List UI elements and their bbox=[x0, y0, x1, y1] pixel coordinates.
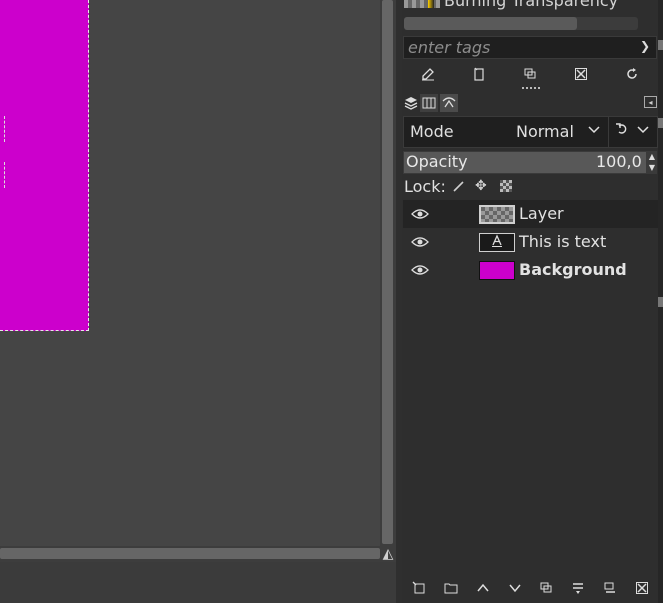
eye-icon[interactable] bbox=[411, 264, 429, 276]
edit-brush-icon[interactable] bbox=[418, 64, 438, 84]
composite-mode-icon[interactable] bbox=[615, 122, 629, 140]
layer-row[interactable]: Background bbox=[403, 256, 658, 284]
lock-position-icon[interactable]: ✥ bbox=[475, 178, 487, 194]
merge-down-icon[interactable] bbox=[568, 578, 588, 598]
lock-label: Lock: bbox=[404, 177, 446, 196]
eye-icon[interactable] bbox=[411, 236, 429, 248]
duplicate-brush-icon[interactable] bbox=[520, 64, 540, 84]
mode-value[interactable]: Normal bbox=[516, 122, 574, 141]
layer-row[interactable]: Layer bbox=[403, 200, 658, 228]
mode-separator bbox=[608, 116, 609, 148]
mask-icon[interactable] bbox=[600, 578, 620, 598]
refresh-brushes-icon[interactable] bbox=[622, 64, 642, 84]
mode-label: Mode bbox=[410, 122, 454, 141]
layer-name[interactable]: Background bbox=[519, 260, 627, 279]
layers-tab-icon[interactable] bbox=[402, 94, 420, 112]
layer-name[interactable]: This is text bbox=[519, 232, 606, 251]
paths-tab-icon[interactable] bbox=[440, 94, 458, 112]
tags-input[interactable] bbox=[406, 37, 636, 58]
current-brush-name: Burning Transparency bbox=[444, 0, 619, 10]
raise-layer-icon[interactable] bbox=[473, 578, 493, 598]
layer-actions-bar bbox=[403, 577, 658, 599]
vertical-scrollbar[interactable] bbox=[380, 0, 396, 546]
delete-layer-icon[interactable] bbox=[632, 578, 652, 598]
navigate-icon[interactable]: ◭ bbox=[380, 546, 396, 562]
opacity-label: Opacity bbox=[406, 152, 468, 171]
layer-row[interactable]: This is text bbox=[403, 228, 658, 256]
image-canvas[interactable] bbox=[0, 0, 380, 546]
selection-marker bbox=[0, 116, 5, 142]
brush-actions-bar bbox=[403, 62, 657, 86]
dock-resize-handle[interactable] bbox=[522, 87, 540, 90]
layer-name[interactable]: Layer bbox=[519, 204, 564, 223]
horizontal-scrollbar[interactable] bbox=[0, 546, 380, 562]
chevron-down-icon[interactable] bbox=[588, 123, 600, 139]
status-bar bbox=[0, 562, 398, 603]
new-layer-group-icon[interactable] bbox=[441, 578, 461, 598]
eye-icon[interactable] bbox=[411, 208, 429, 220]
horizontal-scrollbar-thumb[interactable] bbox=[0, 548, 380, 559]
image-content[interactable] bbox=[0, 0, 89, 331]
delete-brush-icon[interactable] bbox=[571, 64, 591, 84]
channels-tab-icon[interactable] bbox=[420, 94, 438, 112]
vertical-scrollbar-thumb[interactable] bbox=[382, 0, 393, 544]
new-brush-icon[interactable] bbox=[469, 64, 489, 84]
chevron-down-icon[interactable]: ❯ bbox=[640, 39, 650, 53]
brush-list-scrollbar-thumb[interactable] bbox=[404, 17, 578, 30]
layer-thumbnail bbox=[479, 261, 515, 280]
lock-pixels-icon[interactable] bbox=[452, 179, 466, 193]
lock-alpha-icon[interactable] bbox=[500, 180, 512, 192]
chevron-down-icon[interactable] bbox=[637, 123, 649, 139]
layer-thumbnail bbox=[479, 205, 515, 224]
new-layer-icon[interactable] bbox=[409, 578, 429, 598]
dock-edge bbox=[658, 0, 663, 603]
selection-marker bbox=[0, 162, 5, 188]
panel-menu-icon[interactable]: ◂ bbox=[644, 96, 657, 108]
opacity-value[interactable]: 100,0 bbox=[596, 152, 642, 171]
brush-preview-icon[interactable] bbox=[404, 0, 440, 8]
text-layer-icon bbox=[479, 233, 515, 252]
duplicate-layer-icon[interactable] bbox=[536, 578, 556, 598]
brush-list-scrollbar[interactable] bbox=[404, 17, 638, 30]
lower-layer-icon[interactable] bbox=[505, 578, 525, 598]
opacity-spinner[interactable]: ▲ ▼ bbox=[647, 151, 657, 174]
